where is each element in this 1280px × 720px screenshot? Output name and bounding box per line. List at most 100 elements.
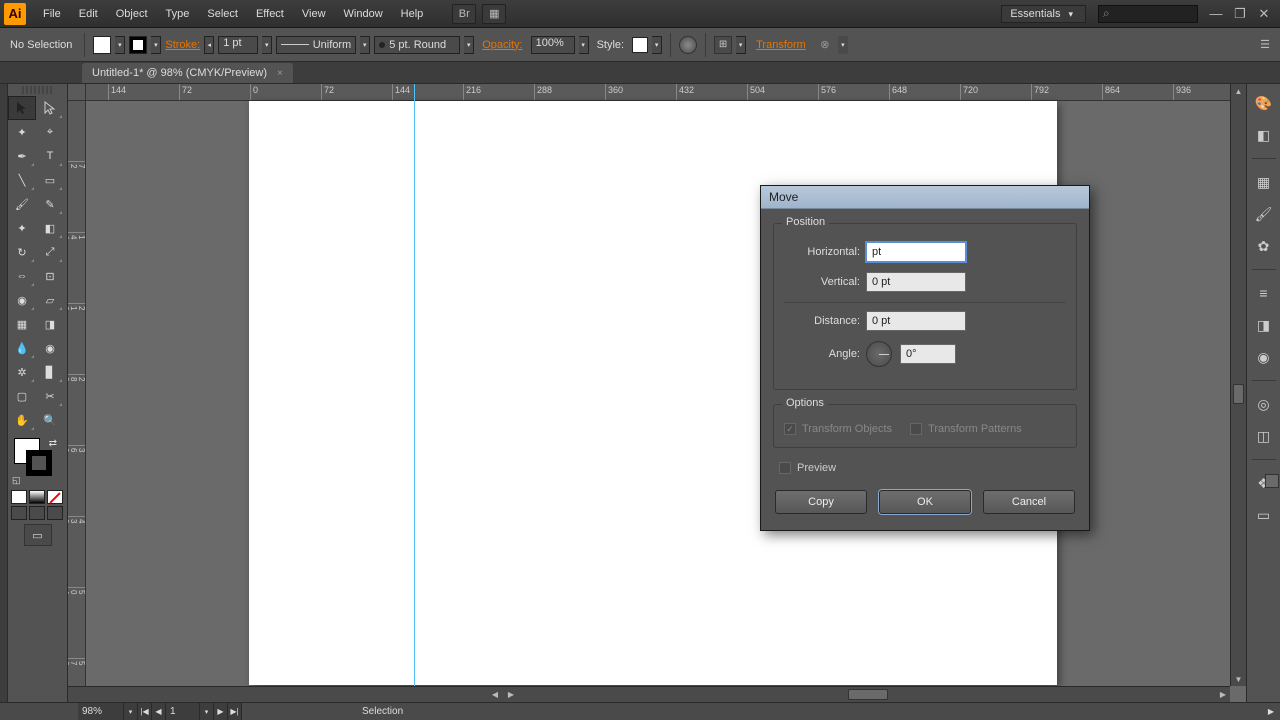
zoom-tool[interactable]: 🔍 [36,408,64,432]
brush-selector[interactable]: 5 pt. Round [374,36,460,54]
color-panel-icon[interactable]: 🎨 [1253,92,1275,114]
scroll-thumb-v[interactable] [1233,384,1244,404]
menu-type[interactable]: Type [157,8,199,20]
ok-button[interactable]: OK [879,490,971,514]
slice-tool[interactable]: ✂ [36,384,64,408]
document-tab[interactable]: Untitled-1* @ 98% (CMYK/Preview) × [82,63,293,83]
stroke-width-dropdown[interactable]: ▾ [262,36,272,54]
menu-file[interactable]: File [34,8,70,20]
lasso-tool[interactable]: ⌖ [36,120,64,144]
horizontal-scrollbar[interactable]: ◀ ▶ ▶ [68,686,1230,702]
minimize-icon[interactable]: — [1204,4,1228,24]
align-icon[interactable]: ⊞ [714,36,732,54]
workspace-selector[interactable]: Essentials [1001,5,1086,23]
gradient-panel-icon[interactable]: ◨ [1253,314,1275,336]
swatches-panel-icon[interactable]: ▦ [1253,171,1275,193]
angle-knob[interactable] [866,341,892,367]
graphic-styles-panel-icon[interactable]: ◫ [1253,425,1275,447]
style-swatch[interactable] [632,37,648,53]
opacity-dropdown[interactable]: ▾ [579,36,589,54]
toolbox-grip[interactable] [22,86,53,94]
eraser-tool[interactable]: ◧ [36,216,64,240]
direct-selection-tool[interactable] [36,96,64,120]
menu-help[interactable]: Help [392,8,433,20]
stroke-color[interactable] [26,450,52,476]
screen-mode-icon[interactable]: ▭ [24,524,52,546]
maximize-icon[interactable]: ❐ [1228,4,1252,24]
isolate-dropdown[interactable]: ▾ [838,36,848,54]
panel-scroll-thumb[interactable] [1265,474,1279,488]
draw-normal-icon[interactable] [11,506,27,520]
align-dropdown[interactable]: ▾ [736,36,746,54]
scroll-thumb-h[interactable] [848,689,888,700]
close-icon[interactable]: ✕ [1252,4,1276,24]
menu-select[interactable]: Select [198,8,247,20]
scroll-left-icon[interactable]: ◀ [488,687,502,702]
draw-behind-icon[interactable] [29,506,45,520]
transparency-panel-icon[interactable]: ◉ [1253,346,1275,368]
bridge-button[interactable]: Br [452,4,476,24]
horizontal-input[interactable] [866,242,966,262]
zoom-input[interactable]: 98% [78,703,124,720]
fill-dropdown[interactable]: ▾ [115,36,125,54]
pencil-tool[interactable]: ✎ [36,192,64,216]
search-input[interactable] [1098,5,1198,23]
last-artboard-icon[interactable]: ▶| [228,703,242,720]
checkbox-icon[interactable] [779,462,791,474]
solid-color-icon[interactable] [11,490,27,504]
scroll-right2-icon[interactable]: ▶ [1216,687,1230,702]
panel-menu-icon[interactable]: ☰ [1256,36,1274,54]
stroke-width-input[interactable]: 1 pt [218,36,258,54]
appearance-panel-icon[interactable]: ◎ [1253,393,1275,415]
opacity-label[interactable]: Opacity: [482,39,522,51]
scale-tool[interactable]: ⤢ [36,240,64,264]
type-tool[interactable]: T [36,144,64,168]
menu-view[interactable]: View [293,8,335,20]
rectangle-tool[interactable]: ▭ [36,168,64,192]
status-menu-icon[interactable]: ▶ [1268,707,1274,716]
color-guide-panel-icon[interactable]: ◧ [1253,124,1275,146]
distance-input[interactable] [866,311,966,331]
dialog-title[interactable]: Move [761,186,1089,209]
none-color-icon[interactable] [47,490,63,504]
stroke-profile-dropdown[interactable]: ▾ [360,36,370,54]
line-tool[interactable]: ╲ [8,168,36,192]
free-transform-tool[interactable]: ⊡ [36,264,64,288]
gradient-icon[interactable] [29,490,45,504]
rotate-tool[interactable]: ↻ [8,240,36,264]
menu-object[interactable]: Object [107,8,157,20]
scroll-down-icon[interactable]: ▼ [1231,672,1246,686]
artboard-tool[interactable]: ▢ [8,384,36,408]
stroke-label[interactable]: Stroke: [165,39,200,51]
stroke-profile[interactable]: Uniform [276,36,356,54]
selection-tool[interactable] [8,96,36,120]
first-artboard-icon[interactable]: |◀ [138,703,152,720]
pen-tool[interactable]: ✒ [8,144,36,168]
menu-window[interactable]: Window [335,8,392,20]
scroll-right-icon[interactable]: ▶ [504,687,518,702]
vertical-input[interactable] [866,272,966,292]
guide[interactable] [414,84,415,702]
swap-icon[interactable]: ⇄ [49,438,57,449]
blend-tool[interactable]: ◉ [36,336,64,360]
arrange-docs-button[interactable]: ▦ [482,4,506,24]
prev-artboard-icon[interactable]: ◀ [152,703,166,720]
mesh-tool[interactable]: ▦ [8,312,36,336]
stroke-dropdown[interactable]: ▾ [151,36,161,54]
artboard-number-input[interactable]: 1 [166,703,200,720]
brush-dropdown[interactable]: ▾ [464,36,474,54]
menu-effect[interactable]: Effect [247,8,293,20]
scroll-up-icon[interactable]: ▲ [1231,84,1246,98]
magic-wand-tool[interactable]: ✦ [8,120,36,144]
tab-close-icon[interactable]: × [277,68,283,79]
symbols-panel-icon[interactable]: ✿ [1253,235,1275,257]
stroke-step-down[interactable]: ◂ [204,36,214,54]
width-tool[interactable]: ⇔ [8,264,36,288]
recolor-icon[interactable] [679,36,697,54]
default-colors-icon[interactable]: ◱ [12,475,21,486]
draw-inside-icon[interactable] [47,506,63,520]
perspective-tool[interactable]: ▱ [36,288,64,312]
ruler-horizontal[interactable]: 144 72 0 72 144 216 288 360 432 504 576 … [86,84,1230,101]
ruler-origin[interactable] [68,84,86,101]
vertical-scrollbar[interactable]: ▲ ▼ [1230,84,1246,686]
